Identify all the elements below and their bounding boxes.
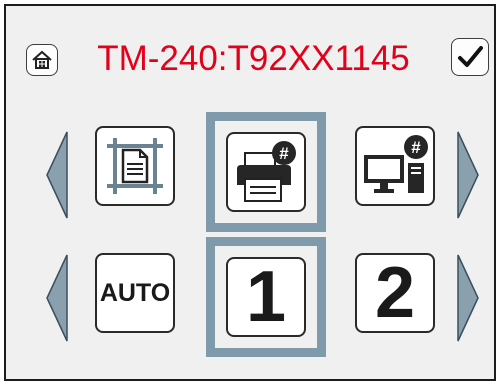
value-1-label: 1 xyxy=(245,257,287,337)
tile-value-2[interactable]: 2 xyxy=(355,253,435,333)
computer-badge-text: # xyxy=(411,138,421,157)
tile-value-1[interactable]: 1 xyxy=(226,257,306,337)
row2-right-arrow-icon[interactable] xyxy=(457,254,479,342)
home-icon xyxy=(32,50,52,69)
home-button[interactable] xyxy=(26,44,58,76)
computer-icon: # xyxy=(364,135,428,193)
value-2-label: 2 xyxy=(374,253,416,333)
tile-page-layout[interactable] xyxy=(95,126,175,206)
document-layout-icon xyxy=(107,138,163,194)
tile-computer[interactable]: # xyxy=(355,126,435,206)
printer-badge-text: # xyxy=(279,144,289,163)
row1-right-arrow-icon[interactable] xyxy=(457,131,479,219)
printer-icon: # xyxy=(237,141,296,202)
auto-label: AUTO xyxy=(99,278,171,307)
tile-auto[interactable]: AUTO xyxy=(95,253,175,333)
row1-left-arrow-icon[interactable] xyxy=(46,131,68,219)
printer-model-title: TM-240:T92XX1145 xyxy=(97,39,410,78)
device-screen: TM-240:T92XX1145 # # AUTO 1 2 xyxy=(4,4,496,381)
tile-printer[interactable]: # xyxy=(226,132,306,212)
row2-left-arrow-icon[interactable] xyxy=(46,254,68,342)
confirm-button[interactable] xyxy=(451,38,489,76)
checkmark-icon xyxy=(458,46,483,67)
